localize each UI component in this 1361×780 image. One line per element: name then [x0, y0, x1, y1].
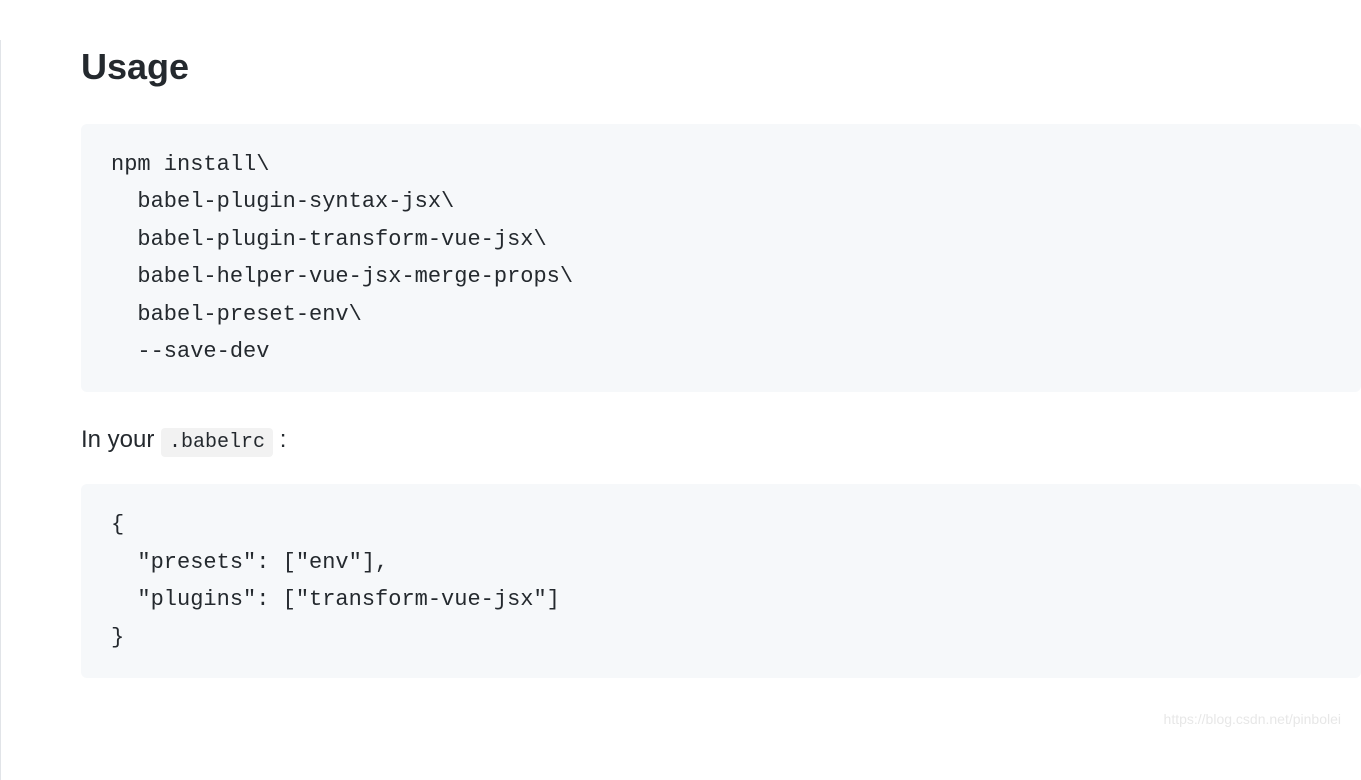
watermark-text: https://blog.csdn.net/pinbolei: [1164, 709, 1341, 730]
inline-code-babelrc: .babelrc: [161, 428, 273, 457]
code-block-config[interactable]: { "presets": ["env"], "plugins": ["trans…: [81, 484, 1361, 678]
code-block-install[interactable]: npm install\ babel-plugin-syntax-jsx\ ba…: [81, 124, 1361, 392]
paragraph-babelrc: In your .babelrc :: [81, 422, 1361, 458]
section-heading-usage: Usage: [81, 40, 1361, 94]
paragraph-suffix: :: [273, 426, 286, 453]
document-content: Usage npm install\ babel-plugin-syntax-j…: [1, 40, 1361, 678]
paragraph-prefix: In your: [81, 426, 161, 453]
